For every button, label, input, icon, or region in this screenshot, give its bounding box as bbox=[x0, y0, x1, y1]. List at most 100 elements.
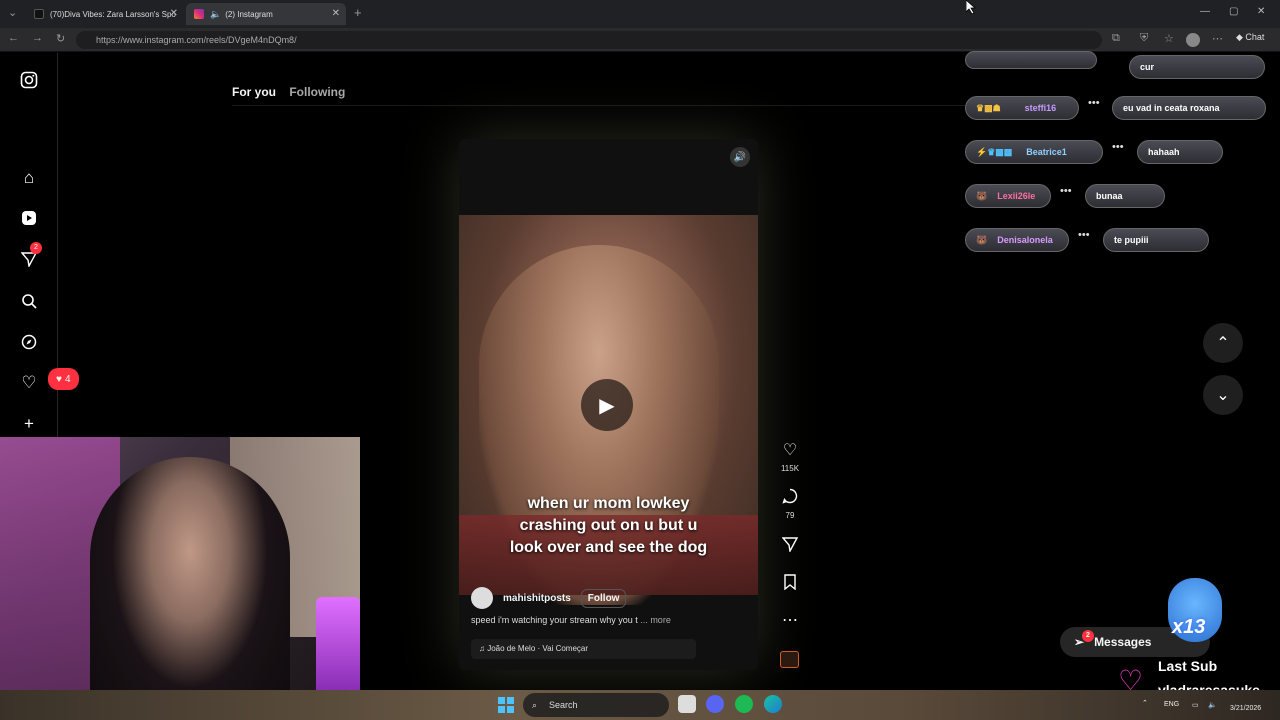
tiktok-icon bbox=[34, 9, 44, 19]
tray-chevron-icon[interactable]: ⌃ bbox=[1142, 699, 1148, 707]
music-note-icon: ♫ bbox=[479, 644, 488, 653]
messages-badge: 2 bbox=[1082, 630, 1094, 642]
messages-label: Messages bbox=[1094, 635, 1152, 649]
tab-twitch[interactable]: (70)Diva Vibes: Zara Larsson's Spo ✕ bbox=[26, 3, 184, 25]
badge-icons: 🐻 bbox=[976, 190, 988, 201]
feed-tabs: For you Following bbox=[232, 85, 355, 99]
music-title: João de Melo · Vai Começar bbox=[487, 644, 589, 653]
language-indicator[interactable]: ENG bbox=[1164, 701, 1179, 708]
maximize-icon[interactable]: ▢ bbox=[1229, 6, 1238, 17]
date-text[interactable]: 3/21/2026 bbox=[1230, 705, 1261, 712]
music-track[interactable]: ♫ João de Melo · Vai Começar bbox=[471, 639, 696, 659]
explore-icon[interactable] bbox=[18, 331, 40, 353]
tab-for-you[interactable]: For you bbox=[232, 85, 276, 99]
comment-count: 79 bbox=[785, 511, 795, 520]
separator-dots: ••• bbox=[1112, 141, 1124, 153]
chat-username: steffi16 bbox=[1024, 103, 1057, 113]
likes-notification-badge[interactable]: ♥ 4 bbox=[48, 368, 79, 390]
messages-icon[interactable]: 2 bbox=[18, 242, 42, 270]
tab-following[interactable]: Following bbox=[289, 85, 345, 99]
chat-message: bunaa bbox=[1085, 184, 1165, 208]
profile-avatar[interactable] bbox=[1186, 33, 1200, 47]
close-window-icon[interactable]: ✕ bbox=[1257, 6, 1265, 17]
author-username[interactable]: mahishitposts bbox=[503, 593, 571, 604]
chat-message-text: hahaah bbox=[1148, 147, 1180, 157]
notification-badge: 2 bbox=[30, 242, 42, 254]
more-link[interactable]: ... more bbox=[640, 615, 671, 625]
chat-message: te pupiii bbox=[1103, 228, 1209, 252]
chat-message-text: cur bbox=[1140, 62, 1155, 72]
next-reel-button[interactable]: ⌄ bbox=[1203, 375, 1243, 415]
divider bbox=[232, 105, 972, 106]
edge-icon[interactable] bbox=[764, 695, 782, 713]
speaker-icon[interactable]: 🔈 bbox=[210, 9, 221, 20]
tab-label: (70)Diva Vibes: Zara Larsson's Spo bbox=[50, 9, 176, 19]
search-icon: ⌕ bbox=[532, 700, 538, 710]
more-options-icon[interactable]: ⋯ bbox=[780, 610, 800, 630]
minimize-icon[interactable]: — bbox=[1200, 6, 1210, 17]
webcam-overlay bbox=[0, 437, 360, 720]
caption-line: crashing out on u but u bbox=[519, 517, 698, 534]
back-icon[interactable]: ← bbox=[8, 32, 19, 44]
taskbar-search[interactable]: ⌕ Search bbox=[523, 693, 669, 717]
search-icon[interactable] bbox=[18, 290, 40, 312]
badge-icons: ♛▩☗ bbox=[976, 102, 1001, 113]
reels-icon[interactable] bbox=[18, 207, 40, 229]
tab-bar: ⌄ (70)Diva Vibes: Zara Larsson's Spo ✕ 🔈… bbox=[0, 0, 1280, 28]
volume-tray-icon[interactable]: 🔈 bbox=[1208, 701, 1217, 709]
file-explorer-icon[interactable] bbox=[678, 695, 696, 713]
create-icon[interactable]: + bbox=[18, 413, 40, 435]
new-tab-icon[interactable]: + bbox=[354, 5, 362, 20]
taskbar: ⌕ Search ⌃ ENG ▭ 🔈 3/21/2026 bbox=[0, 690, 1280, 720]
badge-icons: 🐻 bbox=[976, 234, 988, 245]
save-icon[interactable] bbox=[780, 574, 800, 595]
discord-icon[interactable] bbox=[706, 695, 724, 713]
start-icon[interactable] bbox=[498, 697, 514, 713]
likes-count: 4 bbox=[64, 373, 71, 385]
instagram-logo-icon[interactable] bbox=[18, 69, 40, 91]
caption-line: look over and see the dog bbox=[509, 539, 708, 556]
spotify-icon[interactable] bbox=[735, 695, 753, 713]
instagram-tab-icon bbox=[194, 9, 204, 19]
chat-username: Denisalonela bbox=[997, 235, 1053, 245]
mouse-cursor bbox=[965, 0, 977, 19]
chat-message: hahaah bbox=[1137, 140, 1223, 164]
chat-label: Chat bbox=[1245, 32, 1265, 42]
more-menu-icon[interactable]: ⋯ bbox=[1212, 32, 1223, 45]
chat-message-text: te pupiii bbox=[1114, 235, 1149, 245]
tab-instagram[interactable]: 🔈 (2) Instagram ✕ bbox=[186, 3, 346, 25]
chat-user-pill bbox=[965, 51, 1097, 69]
previous-reel-button[interactable]: ⌃ bbox=[1203, 323, 1243, 363]
heart-icon[interactable]: ♡ bbox=[18, 372, 40, 394]
share-icon[interactable] bbox=[780, 536, 800, 557]
chat-button[interactable]: ◆ Chat bbox=[1236, 32, 1264, 43]
comment-icon[interactable] bbox=[780, 488, 800, 509]
separator-dots: ••• bbox=[1078, 229, 1090, 241]
chat-username: Lexii26le bbox=[997, 191, 1036, 201]
extensions-icon[interactable]: ⧉ bbox=[1112, 32, 1120, 45]
chat-message-text: bunaa bbox=[1096, 191, 1123, 201]
forward-icon[interactable]: → bbox=[32, 32, 43, 44]
volume-icon[interactable]: 🔊 bbox=[730, 147, 750, 167]
reel-video[interactable]: 🔊 ▶ when ur mom lowkey crashing out on u… bbox=[459, 139, 758, 670]
like-icon[interactable]: ♡ bbox=[780, 440, 800, 460]
url-input[interactable]: https://www.instagram.com/reels/DVgeM4nD… bbox=[76, 31, 1102, 49]
close-icon[interactable]: ✕ bbox=[170, 8, 178, 19]
chat-user-pill: 🐻 Denisalonela bbox=[965, 228, 1069, 252]
home-icon[interactable]: ⌂ bbox=[18, 167, 40, 189]
close-icon[interactable]: ✕ bbox=[332, 8, 340, 19]
description-text: speed i'm watching your stream why you t bbox=[471, 615, 638, 625]
follow-button[interactable]: Follow bbox=[580, 588, 627, 608]
shield-icon[interactable]: ⛨ bbox=[1140, 32, 1148, 45]
play-icon[interactable]: ▶ bbox=[581, 379, 633, 431]
reel-caption: when ur mom lowkey crashing out on u but… bbox=[459, 493, 758, 559]
tab-list-icon[interactable]: ⌄ bbox=[8, 6, 17, 19]
refresh-icon[interactable]: ↻ bbox=[56, 32, 65, 45]
caption-line: when ur mom lowkey bbox=[527, 495, 690, 512]
avatar[interactable] bbox=[471, 587, 493, 609]
address-bar: ← → ↻ https://www.instagram.com/reels/DV… bbox=[0, 28, 1280, 52]
network-icon[interactable]: ▭ bbox=[1192, 701, 1199, 709]
audio-thumbnail[interactable] bbox=[780, 651, 799, 668]
like-count: 115K bbox=[780, 464, 800, 473]
favorites-icon[interactable]: ☆ bbox=[1164, 32, 1174, 45]
